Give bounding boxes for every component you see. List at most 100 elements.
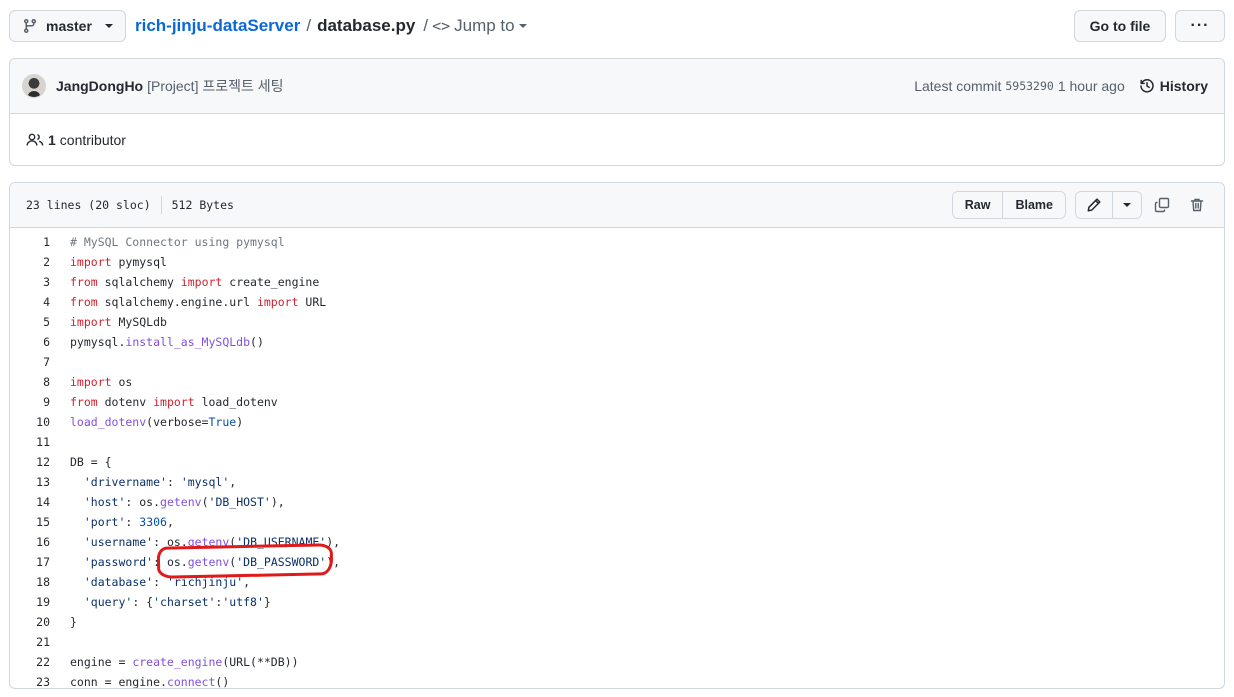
blame-button[interactable]: Blame	[1002, 192, 1065, 218]
code-token: 'drivername'	[83, 475, 167, 489]
code-line: 19 'query': {'charset':'utf8'}	[10, 592, 1224, 612]
line-number[interactable]: 9	[10, 395, 60, 409]
line-number[interactable]: 12	[10, 455, 60, 469]
edit-file-button[interactable]	[1076, 192, 1112, 218]
commit-time: 1 hour ago	[1057, 78, 1125, 94]
edit-options-button[interactable]	[1112, 192, 1141, 218]
contributors-row[interactable]: 1 contributor	[10, 114, 1224, 166]
code-line: 15 'port': 3306,	[10, 512, 1224, 532]
commit-sha-link[interactable]: 5953290	[1005, 79, 1053, 93]
code-token: 'DB_PASSWORD'	[236, 555, 327, 569]
jump-to-menu[interactable]: / <> Jump to	[423, 16, 527, 36]
line-number[interactable]: 2	[10, 255, 60, 269]
go-to-file-button[interactable]: Go to file	[1074, 10, 1166, 42]
more-options-button[interactable]: ···	[1175, 10, 1225, 42]
line-number[interactable]: 19	[10, 595, 60, 609]
line-number[interactable]: 11	[10, 435, 60, 449]
line-number[interactable]: 14	[10, 495, 60, 509]
avatar[interactable]	[22, 74, 46, 98]
latest-commit-box: JangDongHo [Project] 프로젝트 세팅 Latest comm…	[9, 58, 1225, 166]
commit-author-link[interactable]: JangDongHo	[56, 78, 143, 94]
contributor-count: 1	[48, 132, 56, 148]
line-content: conn = engine.connect()	[60, 675, 229, 688]
code-token: from	[70, 395, 98, 409]
line-number[interactable]: 16	[10, 535, 60, 549]
code-token: create_engine	[222, 275, 320, 289]
raw-button[interactable]: Raw	[952, 192, 1003, 218]
breadcrumb-repo-link[interactable]: rich-jinju-dataServer	[135, 16, 300, 36]
code-token: 3306	[139, 515, 167, 529]
chevron-down-icon	[105, 24, 113, 28]
code-token: (	[201, 495, 209, 509]
line-number[interactable]: 10	[10, 415, 60, 429]
topbar-actions: Go to file ···	[1074, 10, 1225, 42]
code-token: import	[256, 295, 299, 309]
line-number[interactable]: 7	[10, 355, 60, 369]
line-number[interactable]: 15	[10, 515, 60, 529]
code-token: DB = {	[70, 455, 112, 469]
code-token: 'DB_HOST'	[208, 495, 271, 509]
code-token: ,	[229, 475, 237, 489]
breadcrumb-file-name: database.py	[317, 16, 416, 35]
code-token: 'host'	[83, 495, 126, 509]
line-number[interactable]: 20	[10, 615, 60, 629]
code-line: 11	[10, 432, 1224, 452]
history-link[interactable]: History	[1139, 78, 1208, 94]
file-viewer: 23 lines (20 sloc) 512 Bytes Raw Blame 1…	[9, 182, 1225, 689]
line-number[interactable]: 5	[10, 315, 60, 329]
code-token: ),	[270, 495, 285, 509]
latest-commit-row: JangDongHo [Project] 프로젝트 세팅 Latest comm…	[10, 59, 1224, 114]
line-number[interactable]: 17	[10, 555, 60, 569]
copy-raw-contents-button[interactable]	[1147, 191, 1177, 219]
code-line: 23 conn = engine.connect()	[10, 672, 1224, 688]
code-token: getenv	[187, 535, 230, 549]
line-number[interactable]: 21	[10, 635, 60, 649]
code-line: 8 import os	[10, 372, 1224, 392]
code-token: load_dotenv	[194, 395, 278, 409]
line-number[interactable]: 1	[10, 235, 60, 249]
line-content: 'database': 'richjinju',	[60, 575, 250, 589]
line-number[interactable]: 4	[10, 295, 60, 309]
line-number[interactable]: 13	[10, 475, 60, 489]
code-token: engine =	[70, 655, 133, 669]
code-token: install_as_MySQLdb	[125, 335, 251, 349]
code-line: 16 'username': os.getenv('DB_USERNAME'),	[10, 532, 1224, 552]
code-token: sqlalchemy.engine.url	[97, 295, 257, 309]
line-number[interactable]: 6	[10, 335, 60, 349]
line-number[interactable]: 18	[10, 575, 60, 589]
code-token: 'charset'	[153, 595, 216, 609]
line-number[interactable]: 3	[10, 275, 60, 289]
code-token: 'query'	[83, 595, 133, 609]
code-token: dotenv	[97, 395, 154, 409]
line-number[interactable]: 23	[10, 675, 60, 688]
code-token: ),	[326, 555, 341, 569]
line-content: 'host': os.getenv('DB_HOST'),	[60, 495, 285, 509]
code-token: : os.	[125, 495, 161, 509]
edit-group	[1075, 191, 1142, 219]
code-token: : os.	[153, 535, 188, 549]
commit-message-link[interactable]: [Project] 프로젝트 세팅	[147, 76, 283, 96]
delete-file-button[interactable]	[1182, 191, 1212, 219]
contributor-label: contributor	[59, 132, 126, 148]
code-token: 'DB_USERNAME'	[236, 535, 327, 549]
branch-selector-button[interactable]: master	[9, 10, 126, 42]
code-token: MySQLdb	[111, 315, 167, 329]
code-token: :	[125, 515, 140, 529]
line-content: 'username': os.getenv('DB_USERNAME'),	[60, 535, 340, 549]
chevron-down-icon	[1123, 203, 1131, 207]
code-token: URL	[298, 295, 327, 309]
history-icon	[1140, 79, 1154, 93]
code-token: 'username'	[83, 535, 154, 549]
line-number[interactable]: 22	[10, 655, 60, 669]
line-number[interactable]: 8	[10, 375, 60, 389]
code-line: 18 'database': 'richjinju',	[10, 572, 1224, 592]
latest-commit-info: Latest commit 5953290 1 hour ago	[914, 78, 1125, 94]
code-token: : {	[132, 595, 154, 609]
meta-divider	[160, 196, 162, 214]
line-content: import MySQLdb	[60, 315, 167, 329]
code-token: True	[208, 415, 237, 429]
